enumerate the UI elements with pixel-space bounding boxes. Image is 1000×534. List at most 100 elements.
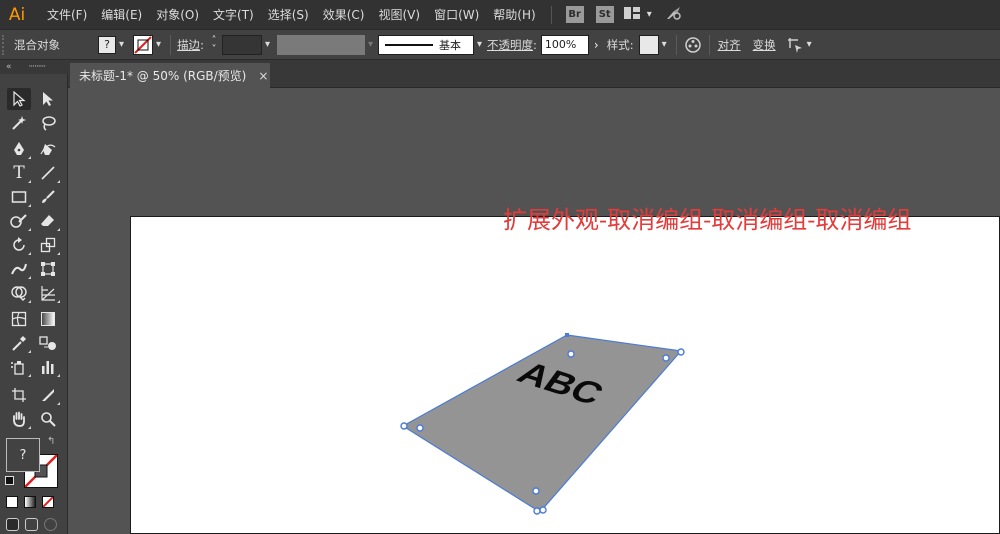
- magic-wand-tool[interactable]: [7, 112, 31, 134]
- isolate-object-icon[interactable]: [786, 36, 804, 54]
- warp-tool[interactable]: [7, 258, 31, 280]
- brush-name: 基本: [439, 38, 461, 52]
- tool-flyout-indicator: [28, 156, 31, 159]
- swap-fill-stroke-icon[interactable]: ↰: [47, 436, 55, 447]
- scale-tool[interactable]: [36, 234, 60, 256]
- stroke-weight-stepper[interactable]: ˄ ˅: [208, 35, 220, 54]
- blend-tool[interactable]: [36, 332, 60, 354]
- curvature-tool[interactable]: [36, 138, 60, 160]
- panel-grip[interactable]: ·········: [28, 62, 46, 72]
- menu-window[interactable]: 窗口(W): [427, 0, 486, 30]
- control-divider-3: [708, 34, 710, 55]
- workspace-grid-icon[interactable]: [623, 6, 640, 23]
- rectangle-tool[interactable]: [7, 186, 31, 208]
- profile-dropdown-icon[interactable]: ▾: [368, 39, 373, 50]
- stroke-weight-input[interactable]: [221, 34, 262, 55]
- chevron-down-icon[interactable]: ▾: [647, 9, 652, 20]
- anchor-handle[interactable]: [400, 422, 408, 430]
- menu-object[interactable]: 对象(O): [149, 0, 206, 30]
- variable-width-profile[interactable]: [276, 34, 365, 55]
- lasso-tool[interactable]: [36, 112, 60, 134]
- collapse-panel-icon[interactable]: «: [6, 62, 12, 72]
- anchor-handle[interactable]: [539, 506, 547, 514]
- brush-definition[interactable]: 基本: [378, 34, 474, 55]
- opacity-input[interactable]: 100%: [540, 34, 589, 55]
- selection-tool[interactable]: [7, 88, 31, 110]
- transform-button[interactable]: 变换: [753, 37, 776, 53]
- line-tool[interactable]: [36, 162, 60, 184]
- none-mode-button[interactable]: [42, 496, 54, 508]
- tools-panel-header[interactable]: « ·········: [0, 60, 68, 74]
- fill-dropdown-icon[interactable]: ▾: [119, 39, 124, 50]
- paintbrush-tool[interactable]: [36, 186, 60, 208]
- menu-effect[interactable]: 效果(C): [316, 0, 372, 30]
- mesh-tool[interactable]: [7, 308, 31, 330]
- stroke-label[interactable]: 描边: [177, 37, 200, 53]
- menu-view[interactable]: 视图(V): [371, 0, 427, 30]
- close-icon[interactable]: ×: [258, 69, 268, 83]
- tool-flyout-indicator: [57, 180, 60, 183]
- draw-normal-icon[interactable]: [6, 518, 19, 531]
- stroke-weight-dropdown-icon[interactable]: ▾: [265, 39, 270, 50]
- eyedropper-tool[interactable]: [7, 332, 31, 354]
- more-options-dropdown-icon[interactable]: ▾: [807, 39, 812, 50]
- pen-tool[interactable]: [7, 138, 31, 160]
- column-graph-tool[interactable]: [36, 356, 60, 378]
- tool-flyout-indicator: [28, 300, 31, 303]
- gradient-tool[interactable]: [36, 308, 60, 330]
- stroke-dropdown-icon[interactable]: ▾: [156, 39, 161, 50]
- perspective-grid-tool[interactable]: [36, 282, 60, 304]
- style-label: 样式: [606, 37, 630, 52]
- align-button[interactable]: 对齐: [718, 37, 741, 53]
- type-tool[interactable]: T: [7, 162, 31, 184]
- anchor-handle[interactable]: [532, 487, 540, 495]
- bridge-button[interactable]: Br: [565, 6, 584, 23]
- anchor-point[interactable]: [565, 333, 569, 337]
- control-divider: [170, 34, 172, 55]
- stroke-swatch[interactable]: [133, 34, 154, 55]
- rocket-icon[interactable]: [665, 5, 683, 25]
- artboard-tool[interactable]: [7, 384, 31, 406]
- anchor-handle[interactable]: [677, 348, 685, 356]
- gradient-mode-button[interactable]: [24, 496, 36, 508]
- document-tab[interactable]: 未标题-1* @ 50% (RGB/预览) ×: [70, 63, 270, 88]
- recolor-artwork-icon[interactable]: [683, 35, 703, 55]
- graphic-style-swatch[interactable]: [638, 34, 659, 55]
- direct-selection-tool[interactable]: [36, 88, 60, 110]
- zoom-tool[interactable]: [36, 408, 60, 430]
- menu-file[interactable]: 文件(F): [40, 0, 94, 30]
- slice-tool[interactable]: [36, 384, 60, 406]
- artwork-layer: ABC: [400, 333, 685, 515]
- eraser-tool[interactable]: [36, 210, 60, 232]
- color-mode-button[interactable]: [6, 496, 18, 508]
- anchor-handle[interactable]: [567, 350, 575, 358]
- rotate-tool[interactable]: [7, 234, 31, 256]
- shaper-tool[interactable]: [7, 210, 31, 232]
- default-fill-stroke-icon[interactable]: [5, 476, 14, 485]
- anchor-handle[interactable]: [533, 507, 541, 515]
- tool-flyout-indicator: [28, 252, 31, 255]
- stock-button[interactable]: St: [595, 6, 614, 23]
- fill-swatch-large[interactable]: ?: [6, 438, 40, 472]
- opacity-label[interactable]: 不透明度: [487, 37, 533, 53]
- menu-type[interactable]: 文字(T): [206, 0, 261, 30]
- menu-help[interactable]: 帮助(H): [486, 0, 542, 30]
- tool-flyout-indicator: [57, 300, 60, 303]
- menu-edit[interactable]: 编辑(E): [94, 0, 149, 30]
- anchor-handle[interactable]: [662, 354, 670, 362]
- tool-flyout-indicator: [28, 426, 31, 429]
- draw-inside-icon[interactable]: [44, 518, 57, 531]
- style-dropdown-icon[interactable]: ▾: [662, 39, 667, 50]
- menu-select[interactable]: 选择(S): [261, 0, 316, 30]
- brush-dropdown-icon[interactable]: ▾: [477, 39, 482, 50]
- opacity-arrow-icon[interactable]: ›: [594, 38, 599, 52]
- fill-swatch[interactable]: ?: [98, 35, 116, 54]
- hand-tool[interactable]: [7, 408, 31, 430]
- draw-behind-icon[interactable]: [25, 518, 38, 531]
- canvas-area[interactable]: ABC: [68, 88, 1000, 534]
- symbol-sprayer-tool[interactable]: [7, 356, 31, 378]
- shape-builder-tool[interactable]: [7, 282, 31, 304]
- anchor-handle[interactable]: [416, 424, 424, 432]
- fill-swatch-value: ?: [104, 38, 110, 51]
- free-transform-tool[interactable]: [36, 258, 60, 280]
